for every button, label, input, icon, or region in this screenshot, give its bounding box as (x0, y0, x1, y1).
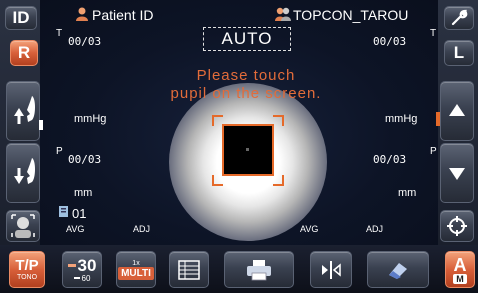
arrow-down-icon (449, 168, 465, 180)
left-p-value: 00/03 (68, 153, 102, 166)
patient-id-label: Patient ID (92, 7, 154, 23)
bracket-tl (212, 115, 223, 126)
right-avg-label: AVG (300, 224, 319, 234)
m-label: M (453, 273, 467, 284)
settings-button[interactable] (444, 6, 474, 30)
tono-label: TONO (16, 274, 38, 281)
patient-icon (76, 7, 88, 21)
multi-label: MULTI (118, 266, 154, 280)
alignment-button[interactable] (310, 251, 352, 288)
count-bar (67, 263, 76, 267)
left-avg-label: AVG (66, 224, 85, 234)
left-adj-label: ADJ (133, 224, 151, 234)
chin-down-icon (14, 158, 35, 184)
count-button[interactable]: 30 60 (62, 251, 102, 288)
data-list-button[interactable] (169, 251, 209, 288)
instruction-line-2: pupil on the screen. (170, 85, 322, 102)
right-t-label: T (430, 28, 437, 39)
align-icon (322, 260, 341, 279)
right-p-label: P (430, 146, 437, 157)
count-icon (59, 206, 68, 217)
id-button-label: ID (12, 8, 30, 27)
count-sub-bar (73, 277, 80, 279)
count-sub: 60 (81, 273, 91, 283)
left-eye-button[interactable]: L (444, 40, 474, 66)
face-position-button[interactable] (6, 210, 40, 242)
clear-button[interactable] (367, 251, 429, 288)
right-t-value: 00/03 (373, 35, 407, 48)
crosshair-icon (447, 216, 467, 236)
list-icon (178, 259, 200, 280)
right-mm-unit: mm (398, 187, 417, 199)
right-p-value: 00/03 (373, 153, 407, 166)
patient-name: TOPCON_TAROU (293, 7, 409, 23)
r-button-label: R (17, 43, 31, 62)
auto-mode-label: AUTO (221, 29, 273, 48)
print-button[interactable] (224, 251, 294, 288)
wrench-icon (451, 9, 468, 26)
left-t-value: 00/03 (68, 35, 102, 48)
target-button[interactable] (440, 210, 474, 242)
chin-up-icon (14, 96, 35, 124)
printer-icon (247, 259, 271, 280)
tp-label: T/P (15, 257, 39, 274)
right-eye-button[interactable]: R (10, 40, 38, 66)
right-adj-label: ADJ (366, 224, 384, 234)
bracket-bl (212, 175, 223, 186)
auto-mode-toggle[interactable]: AUTO (203, 27, 291, 51)
screen: ID R L Patient ID TOPCON_TAROU AUTO T 00… (0, 0, 478, 293)
count-row: 30 (67, 255, 97, 275)
auto-manual-button[interactable]: A M (445, 251, 475, 288)
arrow-up-icon (449, 104, 465, 116)
measurement-count: 01 (72, 206, 87, 221)
bracket-br (273, 175, 284, 186)
move-down-button[interactable] (440, 143, 474, 203)
right-rail-marker (436, 112, 440, 126)
face-icon (11, 214, 35, 238)
bracket-tr (273, 115, 284, 126)
tp-mode-button[interactable]: T/P TONO (9, 251, 45, 288)
instruction-line-1: Please touch (196, 67, 296, 84)
left-mmhg-unit: mmHg (74, 113, 107, 125)
eraser-icon (389, 262, 407, 279)
multi-button[interactable]: 1x MULTI (116, 251, 156, 288)
move-up-button[interactable] (440, 81, 474, 141)
left-mm-unit: mm (74, 187, 93, 199)
patient-name-icon (275, 7, 291, 21)
right-mmhg-unit: mmHg (385, 113, 418, 125)
count-sub-row: 60 (73, 273, 91, 283)
id-button[interactable]: ID (5, 6, 37, 30)
count-value: 30 (77, 255, 97, 275)
left-p-label: P (56, 146, 63, 157)
left-rail-marker (39, 120, 43, 130)
pupil-center-dot (246, 148, 249, 151)
l-button-label: L (453, 43, 465, 62)
multi-top: 1x (132, 259, 140, 267)
chin-rest-down-button[interactable] (6, 143, 40, 203)
left-t-label: T (56, 28, 63, 39)
chin-rest-up-button[interactable] (6, 81, 40, 141)
a-label: A (453, 254, 467, 275)
